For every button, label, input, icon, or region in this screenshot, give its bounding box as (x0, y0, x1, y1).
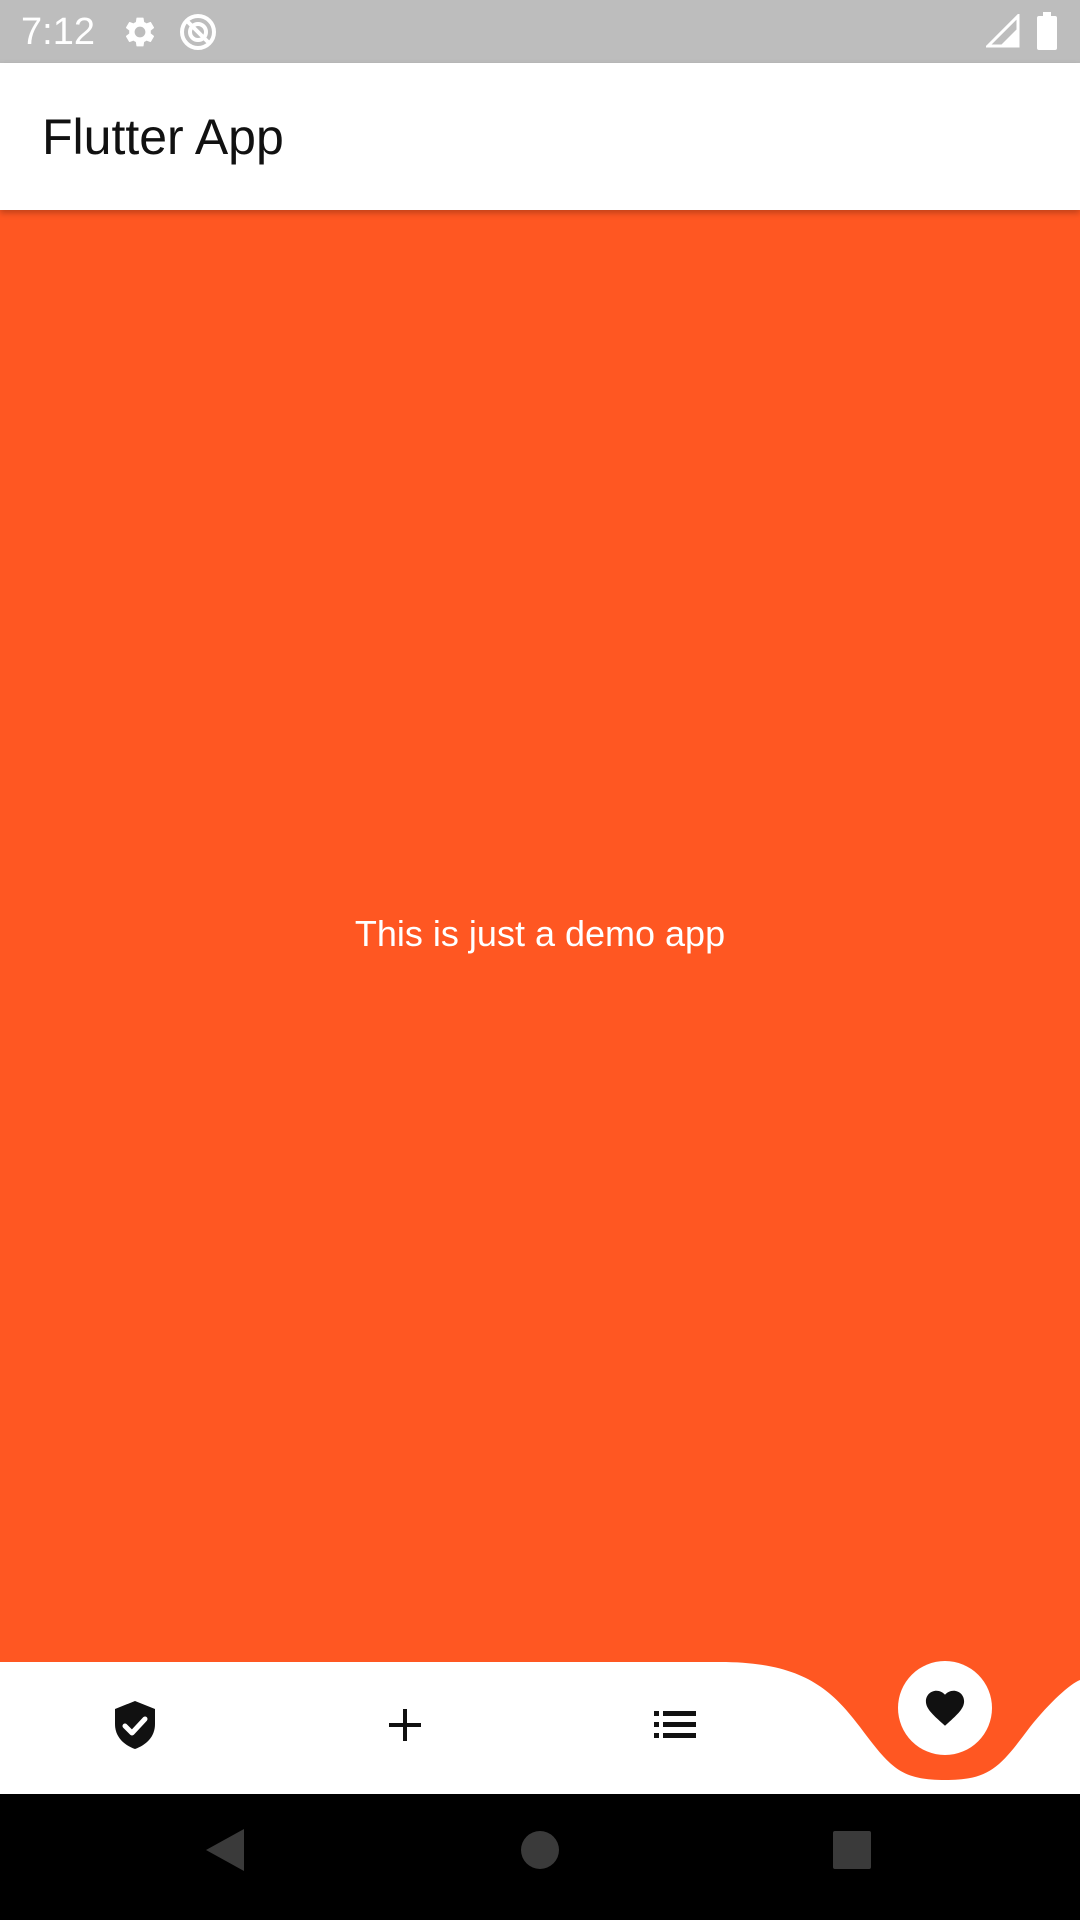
recents-icon (832, 1830, 872, 1875)
app-bar: Flutter App (0, 63, 1080, 210)
battery-icon (1036, 12, 1058, 55)
system-navigation-bar (0, 1794, 1080, 1920)
back-button[interactable] (200, 1827, 250, 1877)
settings-icon (122, 14, 158, 55)
app-screen: 7:12 Flutter App This is just a demo app (0, 0, 1080, 1920)
nav-item-list[interactable] (615, 1667, 735, 1787)
main-content: This is just a demo app (0, 210, 1080, 1662)
sync-icon (178, 12, 218, 57)
nav-item-security[interactable] (75, 1667, 195, 1787)
nav-item-add[interactable] (345, 1667, 465, 1787)
nav-item-favorites[interactable] (898, 1661, 992, 1755)
home-button[interactable] (515, 1827, 565, 1877)
back-icon (204, 1827, 246, 1878)
page-title: Flutter App (42, 109, 284, 165)
demo-message: This is just a demo app (354, 913, 726, 954)
home-icon (519, 1829, 561, 1876)
heart-icon (922, 1685, 968, 1732)
status-bar: 7:12 (0, 0, 1080, 63)
verified-shield-icon (113, 1700, 157, 1755)
recents-button[interactable] (827, 1827, 877, 1877)
add-icon (387, 1707, 423, 1748)
list-icon (654, 1710, 696, 1745)
signal-icon (984, 12, 1020, 53)
status-time: 7:12 (21, 11, 95, 53)
